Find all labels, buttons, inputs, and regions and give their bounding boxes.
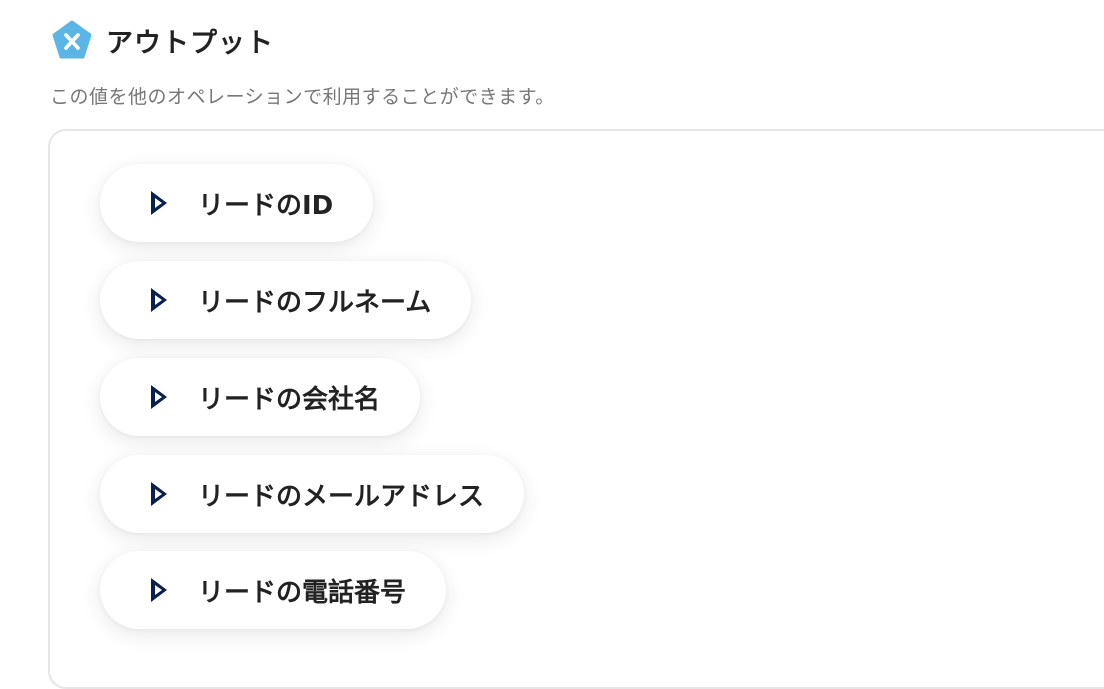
- output-chip-label: リードの電話番号: [198, 577, 407, 608]
- dynamics-365-icon: [148, 383, 170, 411]
- output-chip-label: リードのメールアドレス: [198, 481, 485, 512]
- section-header: アウトプット: [50, 18, 274, 62]
- dynamics-365-icon: [148, 189, 170, 217]
- section-title: アウトプット: [106, 27, 274, 59]
- output-chip-label: リードのID: [198, 190, 334, 221]
- output-chip-lead-email[interactable]: リードのメールアドレス: [100, 455, 525, 533]
- output-chip-lead-fullname[interactable]: リードのフルネーム: [100, 261, 472, 339]
- output-chip-lead-company[interactable]: リードの会社名: [100, 358, 421, 436]
- dynamics-365-icon: [148, 576, 170, 604]
- yoom-x-pentagon-icon: [50, 18, 94, 62]
- output-chip-label: リードのフルネーム: [198, 287, 432, 318]
- dynamics-365-icon: [148, 286, 170, 314]
- output-chip-lead-id[interactable]: リードのID: [100, 164, 374, 242]
- section-subtitle: この値を他のオペレーションで利用することができます。: [50, 86, 555, 108]
- dynamics-365-icon: [148, 480, 170, 508]
- output-chip-lead-phone[interactable]: リードの電話番号: [100, 551, 447, 629]
- output-chip-label: リードの会社名: [198, 384, 381, 415]
